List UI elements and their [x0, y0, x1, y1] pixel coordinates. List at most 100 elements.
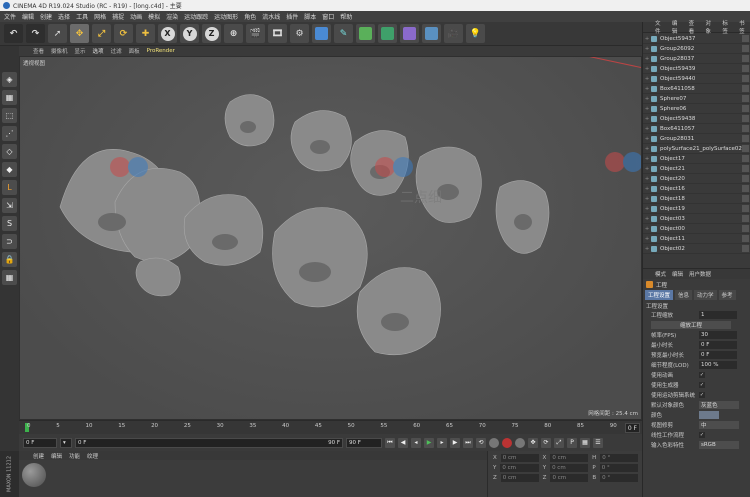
prev-key-icon[interactable]: ◀	[398, 437, 408, 448]
move-icon[interactable]: ✥	[70, 24, 89, 43]
timeline-end-field[interactable]: 0 F	[624, 423, 640, 433]
material-menu-function[interactable]: 功能	[69, 452, 80, 460]
object-row[interactable]: + polySurface21_polySurface021	[643, 144, 750, 154]
attribute-value-field[interactable]: 1	[699, 311, 737, 319]
viewport-menu-panel[interactable]: 面板	[129, 47, 140, 55]
menu-animate[interactable]: 动画	[130, 12, 142, 21]
attribute-checkbox[interactable]: ✓	[699, 432, 705, 438]
timeline-ruler[interactable]: 0 5 10 15 20 25 30 35 40 45 50 55 60 65 70 75 80 85 90 0 F	[19, 420, 642, 434]
visibility-toggle[interactable]	[742, 165, 749, 172]
attribute-dropdown[interactable]: sRGB	[699, 441, 739, 449]
expand-icon[interactable]: +	[643, 206, 651, 212]
expand-icon[interactable]: +	[643, 86, 651, 92]
attribute-checkbox[interactable]: ✓	[699, 392, 705, 398]
object-row[interactable]: + Group28037	[643, 54, 750, 64]
tweak-mode-icon[interactable]: ⇲	[2, 198, 17, 213]
position-field[interactable]: 0 cm	[500, 474, 539, 482]
menu-character[interactable]: 角色	[244, 12, 256, 21]
size-field[interactable]: 0 cm	[550, 464, 589, 472]
menu-create[interactable]: 创建	[40, 12, 52, 21]
object-row[interactable]: + Object18	[643, 194, 750, 204]
expand-icon[interactable]: +	[643, 146, 651, 152]
attribute-value-field[interactable]: 0 F	[699, 341, 737, 349]
menu-tools[interactable]: 工具	[76, 12, 88, 21]
visibility-toggle[interactable]	[742, 125, 749, 132]
material-menu-create[interactable]: 创建	[33, 452, 44, 460]
expand-icon[interactable]: +	[643, 66, 651, 72]
add-move-icon[interactable]: ✚	[136, 24, 155, 43]
visibility-toggle[interactable]	[742, 235, 749, 242]
object-row[interactable]: + Object59439	[643, 64, 750, 74]
rotation-field[interactable]: 0 °	[599, 464, 639, 472]
goto-end-icon[interactable]: ⏭	[463, 437, 473, 448]
visibility-toggle[interactable]	[742, 115, 749, 122]
viewport-menu-display[interactable]: 显示	[75, 47, 86, 55]
key-rotate-icon[interactable]: ⟳	[541, 437, 551, 448]
deformer-icon[interactable]	[400, 24, 419, 43]
visibility-toggle[interactable]	[742, 35, 749, 42]
coordinate-system-icon[interactable]: ⊕	[224, 24, 243, 43]
viewport-menu-view[interactable]: 查看	[33, 47, 44, 55]
expand-icon[interactable]: +	[643, 126, 651, 132]
texture-mode-icon[interactable]: ▦	[2, 90, 17, 105]
menu-select[interactable]: 选择	[58, 12, 70, 21]
object-row[interactable]: + Sphere07	[643, 94, 750, 104]
menu-mesh[interactable]: 网格	[94, 12, 106, 21]
object-row[interactable]: + Object11	[643, 234, 750, 244]
visibility-toggle[interactable]	[742, 205, 749, 212]
attribute-checkbox[interactable]: ✓	[699, 372, 705, 378]
points-mode-icon[interactable]: ⋰	[2, 126, 17, 141]
object-row[interactable]: + Box6411058	[643, 84, 750, 94]
visibility-toggle[interactable]	[742, 245, 749, 252]
expand-icon[interactable]: +	[643, 246, 651, 252]
material-swatch[interactable]	[22, 463, 46, 487]
visibility-toggle[interactable]	[742, 155, 749, 162]
obj-menu-object[interactable]: 对象	[705, 19, 716, 35]
expand-icon[interactable]: +	[643, 196, 651, 202]
axis-y-button[interactable]: Y	[180, 24, 199, 43]
attr-menu-mode[interactable]: 模式	[655, 270, 666, 278]
object-row[interactable]: + Group26092	[643, 44, 750, 54]
visibility-toggle[interactable]	[742, 215, 749, 222]
position-field[interactable]: 0 cm	[500, 454, 539, 462]
expand-icon[interactable]: +	[643, 46, 651, 52]
object-row[interactable]: + Group28031	[643, 134, 750, 144]
menu-plugins[interactable]: 插件	[286, 12, 298, 21]
floor-icon[interactable]	[422, 24, 441, 43]
attr-menu-edit[interactable]: 编辑	[672, 270, 683, 278]
visibility-toggle[interactable]	[742, 45, 749, 52]
viewport-menu-filter[interactable]: 过滤	[111, 47, 122, 55]
expand-icon[interactable]: +	[643, 96, 651, 102]
next-key-icon[interactable]: ▶	[450, 437, 460, 448]
menu-window[interactable]: 窗口	[322, 12, 334, 21]
tab-info[interactable]: 信息	[675, 290, 693, 300]
visibility-toggle[interactable]	[742, 195, 749, 202]
menu-help[interactable]: 帮助	[340, 12, 352, 21]
expand-icon[interactable]: +	[643, 56, 651, 62]
visibility-toggle[interactable]	[742, 105, 749, 112]
pen-icon[interactable]: ✎	[334, 24, 353, 43]
obj-menu-file[interactable]: 文件	[655, 19, 666, 35]
prev-frame-icon[interactable]: ◂	[411, 437, 421, 448]
visibility-toggle[interactable]	[742, 225, 749, 232]
object-row[interactable]: + Object21	[643, 164, 750, 174]
attribute-dropdown[interactable]: 中	[699, 421, 739, 429]
edges-mode-icon[interactable]: ◇	[2, 144, 17, 159]
goto-start-icon[interactable]: ⏮	[385, 437, 395, 448]
expand-icon[interactable]: +	[643, 186, 651, 192]
size-field[interactable]: 0 cm	[550, 454, 589, 462]
render-settings-icon[interactable]: ⚙	[290, 24, 309, 43]
scale-icon[interactable]: ⤢	[92, 24, 111, 43]
menu-motion-tracking[interactable]: 运动跟踪	[184, 12, 208, 21]
attribute-value-field[interactable]: 0 F	[699, 351, 737, 359]
menu-script[interactable]: 脚本	[304, 12, 316, 21]
menu-render[interactable]: 渲染	[166, 12, 178, 21]
viewport-menu-options[interactable]: 选项	[93, 47, 104, 55]
axis-x-button[interactable]: X	[158, 24, 177, 43]
object-row[interactable]: + Object00	[643, 224, 750, 234]
visibility-toggle[interactable]	[742, 185, 749, 192]
object-row[interactable]: + Object20	[643, 174, 750, 184]
viewport-menu-cameras[interactable]: 摄像机	[51, 47, 68, 55]
perspective-viewport[interactable]: 透视视图 二点细 网格间距: 25.4 cm	[19, 56, 642, 420]
expand-icon[interactable]: +	[643, 226, 651, 232]
